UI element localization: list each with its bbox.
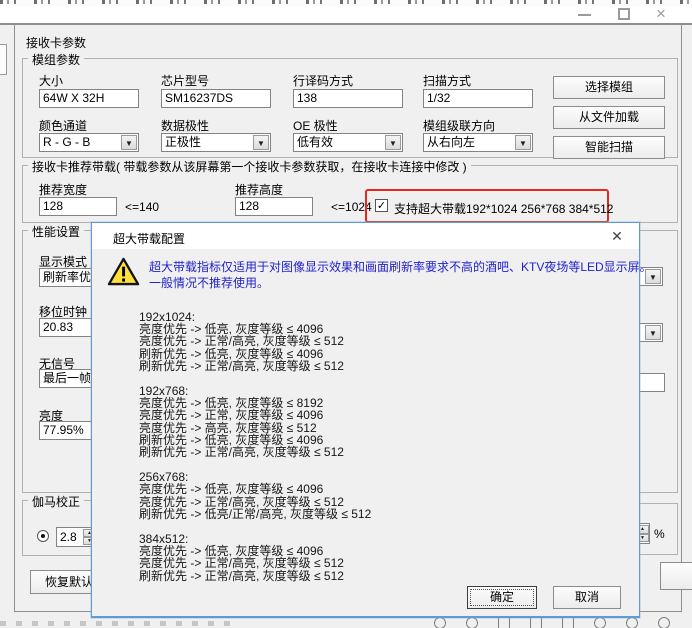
mode-line: 刷新优先 -> 正常/高亮, 灰度等级 ≤ 512 xyxy=(139,570,371,582)
mode-line: 刷新优先 -> 低亮, 灰度等级 ≤ 4096 xyxy=(139,348,371,360)
support-超大带载-checkbox-label: 支持超大带载192*1024 256*768 384*512 xyxy=(394,200,613,217)
load-from-file-button[interactable]: 从文件加载 xyxy=(553,106,665,129)
cascade-direction-label: 模组级联方向 xyxy=(423,117,495,134)
load-modes-list: 192x1024: 亮度优先 -> 低亮, 灰度等级 ≤ 4096 亮度优先 -… xyxy=(139,311,371,595)
mode-section-384x512: 384x512: 亮度优先 -> 低亮, 灰度等级 ≤ 4096 亮度优先 ->… xyxy=(139,533,371,582)
chevron-down-icon[interactable]: ▼ xyxy=(515,135,531,150)
window-titlebar: × xyxy=(0,6,692,23)
color-channel-value: R - G - B xyxy=(43,135,90,149)
warning-line-2: 一般情况不推荐使用。 xyxy=(149,275,652,291)
oe-polarity-value: 低有效 xyxy=(297,135,333,149)
check-icon: ✓ xyxy=(377,200,386,212)
size-input[interactable]: 64W X 32H xyxy=(39,89,139,108)
mode-line: 刷新优先 -> 正常/高亮, 灰度等级 ≤ 512 xyxy=(139,360,371,372)
support-超大带载-checkbox[interactable]: ✓ xyxy=(375,199,388,212)
cancel-button[interactable]: 取消 xyxy=(553,586,621,609)
mode-line: 亮度优先 -> 高亮, 灰度等级 ≤ 512 xyxy=(139,422,371,434)
ok-button[interactable]: 确定 xyxy=(467,586,537,609)
gamma-value: 2.8 xyxy=(60,529,77,545)
close-icon: × xyxy=(656,4,666,24)
minimize-button[interactable] xyxy=(568,6,602,23)
module-params-group: 模组参数 大小 64W X 32H 芯片型号 SM16237DS 行译码方式 1… xyxy=(22,58,678,158)
recommend-height-label: 推荐高度 xyxy=(235,181,283,198)
chevron-down-icon[interactable]: ▼ xyxy=(253,135,269,150)
mode-section-192x768: 192x768: 亮度优先 -> 低亮, 灰度等级 ≤ 8192 亮度优先 ->… xyxy=(139,385,371,458)
gamma-group-title: 伽马校正 xyxy=(28,493,84,510)
performance-group-title: 性能设置 xyxy=(28,223,84,240)
mode-line: 亮度优先 -> 正常/高亮, 灰度等级 ≤ 512 xyxy=(139,557,371,569)
chevron-down-icon[interactable]: ▼ xyxy=(385,135,401,150)
row-decode-label: 行译码方式 xyxy=(293,72,353,89)
panel-title: 接收卡参数 xyxy=(26,34,86,51)
cascade-direction-select[interactable]: 从右向左 ▼ xyxy=(423,133,533,152)
mode-line: 亮度优先 -> 低亮, 灰度等级 ≤ 4096 xyxy=(139,483,371,495)
data-polarity-label: 数据极性 xyxy=(161,117,209,134)
color-channel-label: 颜色通道 xyxy=(39,117,87,134)
toolbar-fragment-icon xyxy=(562,617,574,628)
oe-polarity-label: OE 极性 xyxy=(293,117,338,134)
chip-model-input[interactable]: SM16237DS xyxy=(161,89,271,108)
toolbar-fragment-icon xyxy=(594,617,606,628)
screen: × 接收卡参数 模组参数 大小 64W X 32H 芯片型号 SM16237DS… xyxy=(0,0,692,628)
warning-line-1: 超大带载指标仅适用于对图像显示效果和画面刷新率要求不高的酒吧、KTV夜场等LED… xyxy=(149,259,652,275)
minimize-icon xyxy=(578,14,591,16)
dialog-title: 超大带载配置 xyxy=(113,230,185,247)
clipped-menu-text-fragments xyxy=(0,0,692,4)
super-load-config-dialog: 超大带载配置 ✕ 超大带载指标仅适用于对图像显示效果和画面刷新率要求不高的酒吧、… xyxy=(91,222,640,618)
maximize-icon xyxy=(618,8,630,20)
dialog-warning-text: 超大带载指标仅适用于对图像显示效果和画面刷新率要求不高的酒吧、KTV夜场等LED… xyxy=(149,259,652,291)
mode-line: 亮度优先 -> 正常/高亮, 灰度等级 ≤ 512 xyxy=(139,496,371,508)
close-icon: ✕ xyxy=(611,228,623,244)
mode-line: 亮度优先 -> 正常, 灰度等级 ≤ 4096 xyxy=(139,409,371,421)
toolbar-fragment-icon xyxy=(658,617,670,628)
close-button[interactable]: × xyxy=(648,6,682,23)
background-window-fragment xyxy=(0,44,7,75)
recommend-height-input[interactable]: 128 xyxy=(235,197,313,216)
right-bottom-button-fragment[interactable] xyxy=(660,562,692,590)
oe-polarity-select[interactable]: 低有效 ▼ xyxy=(293,133,403,152)
smart-scan-button[interactable]: 智能扫描 xyxy=(553,136,665,159)
mode-section-256x768: 256x768: 亮度优先 -> 低亮, 灰度等级 ≤ 4096 亮度优先 ->… xyxy=(139,471,371,520)
radio-dot-icon xyxy=(41,534,45,538)
recommend-width-label: 推荐宽度 xyxy=(39,181,87,198)
data-polarity-select[interactable]: 正极性 ▼ xyxy=(161,133,271,152)
recommend-width-input[interactable]: 128 xyxy=(39,197,117,216)
scan-mode-input[interactable]: 1/32 xyxy=(423,89,533,108)
recommend-width-limit: <=140 xyxy=(125,200,159,214)
scan-mode-label: 扫描方式 xyxy=(423,72,471,89)
toolbar-fragment-icon xyxy=(530,617,542,628)
dialog-titlebar: 超大带载配置 ✕ xyxy=(92,223,639,249)
toolbar-fragment-icon xyxy=(466,617,478,628)
mode-line: 刷新优先 -> 正常/高亮, 灰度等级 ≤ 512 xyxy=(139,446,371,458)
chevron-down-icon[interactable]: ▼ xyxy=(121,135,137,150)
warning-icon xyxy=(107,257,140,287)
toolbar-fragment-icon xyxy=(498,617,510,628)
chip-model-label: 芯片型号 xyxy=(161,72,209,89)
mode-section-192x1024: 192x1024: 亮度优先 -> 低亮, 灰度等级 ≤ 4096 亮度优先 -… xyxy=(139,311,371,372)
select-module-button[interactable]: 选择模组 xyxy=(553,76,665,99)
mode-line: 刷新优先 -> 低亮/正常/高亮, 灰度等级 ≤ 512 xyxy=(139,508,371,520)
cascade-direction-value: 从右向左 xyxy=(427,135,475,149)
color-channel-select[interactable]: R - G - B ▼ xyxy=(39,133,139,152)
gamma-radio[interactable] xyxy=(37,530,49,542)
maximize-button[interactable] xyxy=(608,6,642,23)
dialog-close-button[interactable]: ✕ xyxy=(605,226,629,246)
toolbar-fragment-icon xyxy=(434,617,446,628)
toolbar-fragment-icon xyxy=(626,617,638,628)
percent-label: % xyxy=(654,527,665,541)
module-params-group-title: 模组参数 xyxy=(28,51,84,68)
data-polarity-value: 正极性 xyxy=(165,135,201,149)
background-content-fragment xyxy=(0,621,240,626)
row-decode-input[interactable]: 138 xyxy=(293,89,403,108)
recommend-load-group: 接收卡推荐带载( 带载参数从该屏幕第一个接收卡参数获取，在接收卡连接中修改 ) … xyxy=(22,165,678,223)
size-label: 大小 xyxy=(39,72,63,89)
recommend-load-group-title: 接收卡推荐带载( 带载参数从该屏幕第一个接收卡参数获取，在接收卡连接中修改 ) xyxy=(28,158,471,175)
chevron-down-icon[interactable]: ▼ xyxy=(645,325,661,340)
mode-line: 亮度优先 -> 正常/高亮, 灰度等级 ≤ 512 xyxy=(139,335,371,347)
